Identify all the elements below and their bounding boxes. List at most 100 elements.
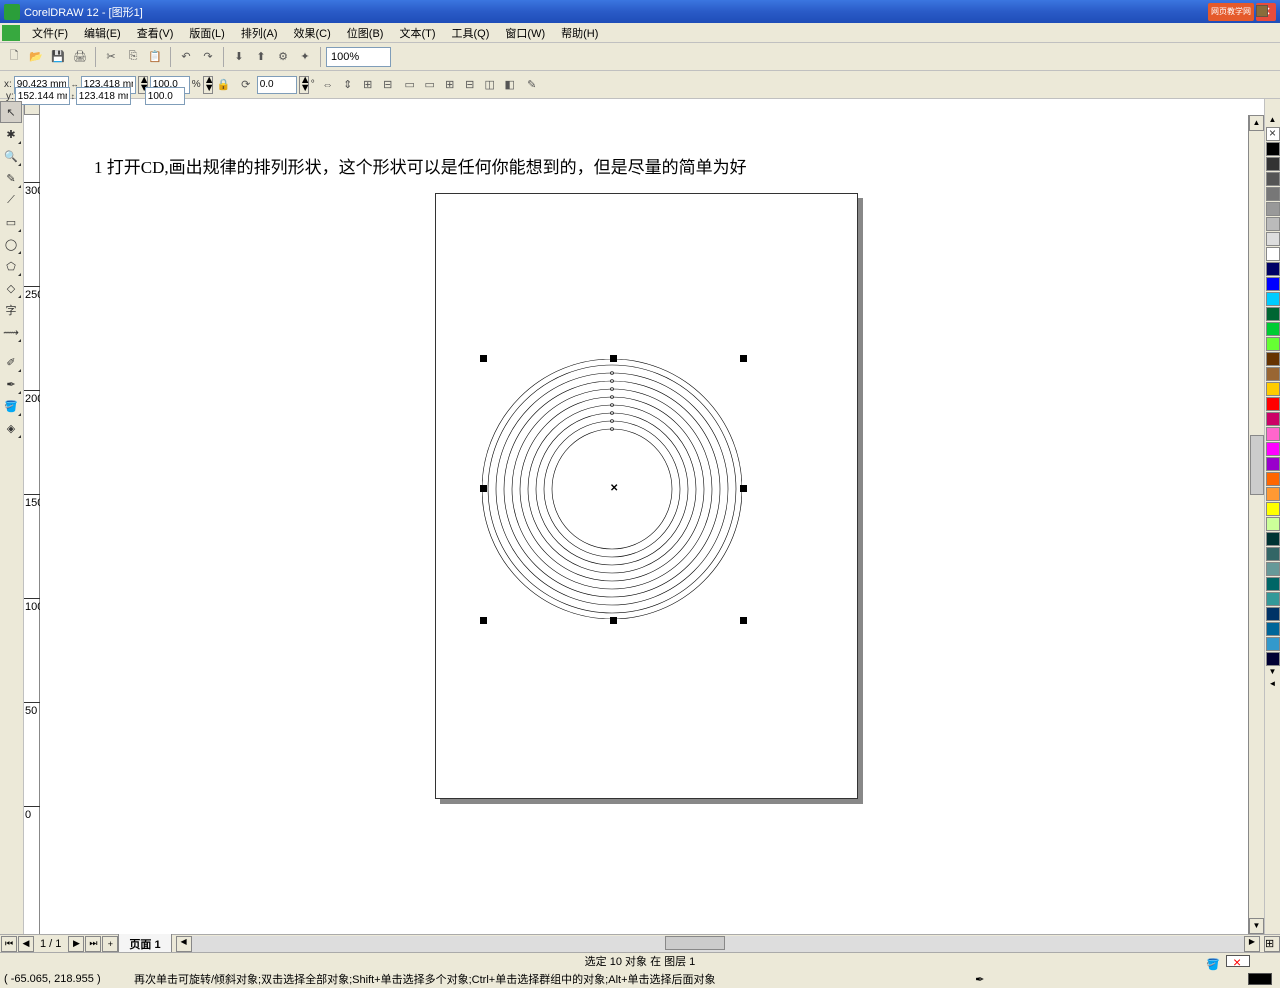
color-swatch[interactable] [1266, 367, 1280, 381]
paste-icon[interactable]: 📋 [145, 47, 165, 67]
menu-tools[interactable]: 工具(Q) [444, 23, 498, 43]
color-swatch[interactable] [1266, 457, 1280, 471]
export-icon[interactable]: ⬆ [251, 47, 271, 67]
menu-help[interactable]: 帮助(H) [553, 23, 606, 43]
color-swatch[interactable] [1266, 172, 1280, 186]
docker-toggle-icon[interactable] [1256, 5, 1268, 17]
color-swatch[interactable] [1266, 322, 1280, 336]
selection-handle-nw[interactable] [480, 355, 487, 362]
color-swatch[interactable] [1266, 472, 1280, 486]
menu-edit[interactable]: 编辑(E) [76, 23, 129, 43]
selection-handle-s[interactable] [610, 617, 617, 624]
palette-flyout-icon[interactable]: ◄ [1265, 679, 1280, 691]
color-swatch[interactable] [1266, 202, 1280, 216]
new-icon[interactable]: 🗋 [4, 47, 24, 67]
cut-icon[interactable]: ✂ [101, 47, 121, 67]
color-swatch[interactable] [1266, 247, 1280, 261]
scroll-left-button[interactable]: ◀ [176, 936, 192, 952]
menu-file[interactable]: 文件(F) [24, 23, 76, 43]
ungroup-icon[interactable]: ⊟ [461, 76, 479, 94]
outline-tool[interactable]: ✒ [0, 373, 22, 395]
color-swatch[interactable] [1266, 577, 1280, 591]
color-swatch[interactable] [1266, 292, 1280, 306]
smart-draw-tool[interactable]: ⟋ [0, 189, 22, 211]
vertical-ruler[interactable]: 300250200150100500 [24, 115, 40, 934]
menu-bitmap[interactable]: 位图(B) [339, 23, 392, 43]
vertical-scrollbar[interactable]: ▲ ▼ [1248, 115, 1264, 934]
hscroll-thumb[interactable] [665, 936, 725, 950]
scroll-right-button[interactable]: ▶ [1244, 936, 1260, 952]
no-color-swatch[interactable] [1266, 127, 1280, 141]
freehand-tool[interactable]: ✎ [0, 167, 22, 189]
menu-effects[interactable]: 效果(C) [286, 23, 339, 43]
align-icon[interactable]: ⊞ [359, 76, 377, 94]
page-tab[interactable]: 页面 1 [118, 933, 171, 954]
color-swatch[interactable] [1266, 517, 1280, 531]
mirror-v-icon[interactable]: ⇕ [339, 76, 357, 94]
fill-tool[interactable]: 🪣 [0, 395, 22, 417]
fill-tool-icon[interactable]: 🪣 [1206, 956, 1220, 974]
scroll-down-button[interactable]: ▼ [1249, 918, 1264, 934]
color-swatch[interactable] [1266, 412, 1280, 426]
color-swatch[interactable] [1266, 262, 1280, 276]
color-swatch[interactable] [1266, 187, 1280, 201]
height-input[interactable] [76, 87, 131, 105]
eyedropper-tool[interactable]: ✐ [0, 351, 22, 373]
zoom-tool[interactable]: 🔍 [0, 145, 22, 167]
menu-arrange[interactable]: 排列(A) [233, 23, 286, 43]
rectangle-tool[interactable]: ▭ [0, 211, 22, 233]
menu-window[interactable]: 窗口(W) [497, 23, 553, 43]
selection-handle-w[interactable] [480, 485, 487, 492]
document-icon[interactable] [2, 25, 20, 41]
y-position-input[interactable] [15, 87, 70, 105]
undo-icon[interactable]: ↶ [176, 47, 196, 67]
combine-icon[interactable]: ◫ [481, 76, 499, 94]
rotation-input[interactable] [257, 76, 297, 94]
redo-icon[interactable]: ↷ [198, 47, 218, 67]
basic-shapes-tool[interactable]: ◇ [0, 277, 22, 299]
lock-ratio-icon[interactable]: 🔒 [215, 76, 233, 94]
prev-page-button[interactable]: ◀ [18, 936, 34, 952]
selection-handle-ne[interactable] [740, 355, 747, 362]
color-swatch[interactable] [1266, 427, 1280, 441]
color-swatch[interactable] [1266, 352, 1280, 366]
selection-center-marker[interactable]: ✕ [610, 483, 618, 494]
palette-down-icon[interactable]: ▼ [1265, 667, 1280, 679]
drawing-canvas[interactable]: 1 打开CD,画出规律的排列形状，这个形状可以是任何你能想到的，但是尽量的简单为… [40, 115, 1248, 934]
save-icon[interactable]: 💾 [48, 47, 68, 67]
add-page-button[interactable]: + [102, 936, 118, 952]
interactive-fill-tool[interactable]: ◈ [0, 417, 22, 439]
next-page-button[interactable]: ▶ [68, 936, 84, 952]
color-swatch[interactable] [1266, 157, 1280, 171]
color-swatch[interactable] [1266, 532, 1280, 546]
color-swatch[interactable] [1266, 142, 1280, 156]
color-swatch[interactable] [1266, 217, 1280, 231]
selection-handle-e[interactable] [740, 485, 747, 492]
selection-handle-n[interactable] [610, 355, 617, 362]
ellipse-tool[interactable]: ◯ [0, 233, 22, 255]
scale-y-input[interactable] [145, 87, 185, 105]
distribute-icon[interactable]: ⊟ [379, 76, 397, 94]
rotation-spinner[interactable]: ▲▼ [299, 76, 309, 94]
color-swatch[interactable] [1266, 652, 1280, 666]
color-swatch[interactable] [1266, 607, 1280, 621]
scale-spinner[interactable]: ▲▼ [203, 76, 213, 94]
text-tool[interactable]: 字 [0, 299, 22, 321]
zoom-level-select[interactable] [326, 47, 391, 67]
copy-icon[interactable]: ⎘ [123, 47, 143, 67]
corel-online-icon[interactable]: ✦ [295, 47, 315, 67]
selection-handle-se[interactable] [740, 617, 747, 624]
shape-tool[interactable]: ✱ [0, 123, 22, 145]
color-swatch[interactable] [1266, 592, 1280, 606]
app-launcher-icon[interactable]: ⚙ [273, 47, 293, 67]
first-page-button[interactable]: ⏮ [1, 936, 17, 952]
mirror-h-icon[interactable]: ⇔ [319, 76, 337, 94]
color-swatch[interactable] [1266, 442, 1280, 456]
color-swatch[interactable] [1266, 622, 1280, 636]
color-swatch[interactable] [1266, 337, 1280, 351]
scroll-up-button[interactable]: ▲ [1249, 115, 1264, 131]
to-front-icon[interactable]: ▭ [401, 76, 419, 94]
fill-indicator[interactable] [1226, 955, 1250, 967]
color-swatch[interactable] [1266, 307, 1280, 321]
menu-layout[interactable]: 版面(L) [181, 23, 232, 43]
